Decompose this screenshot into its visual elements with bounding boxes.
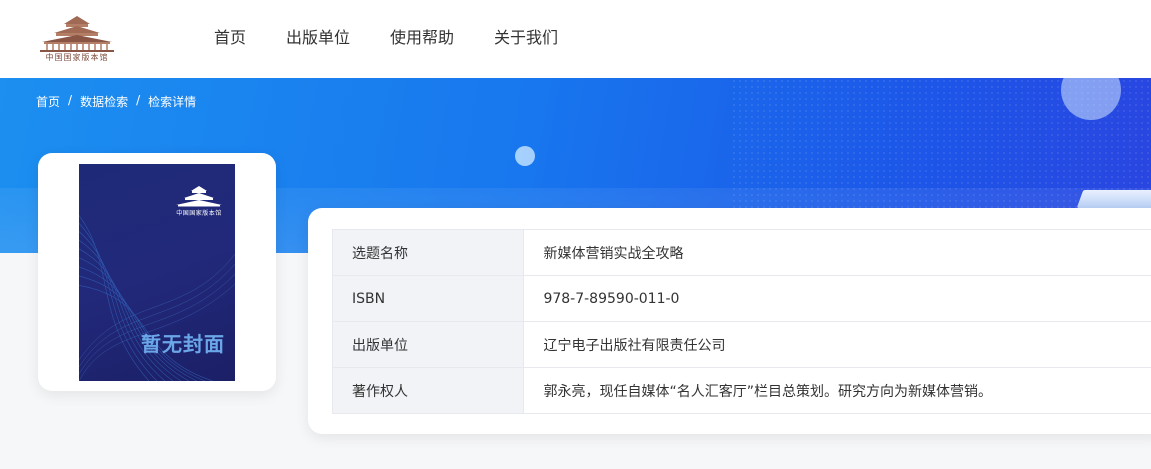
title-label: 选题名称 bbox=[331, 229, 525, 276]
publisher-value: 辽宁电子出版社有限责任公司 bbox=[523, 321, 1151, 368]
table-row: 出版单位 辽宁电子出版社有限责任公司 bbox=[331, 321, 1151, 368]
isbn-value: 978-7-89590-011-0 bbox=[523, 275, 1151, 322]
main-nav: 首页 出版单位 使用帮助 关于我们 bbox=[214, 28, 598, 48]
copyright-holder-value: 郭永亮，现任自媒体“名人汇客厅”栏目总策划。研究方向为新媒体营销。 bbox=[523, 367, 1151, 414]
table-row: ISBN 978-7-89590-011-0 bbox=[331, 275, 1151, 322]
no-cover-text: 暂无封面 bbox=[141, 332, 225, 356]
building-icon bbox=[40, 16, 114, 52]
nav-home[interactable]: 首页 bbox=[214, 28, 246, 48]
breadcrumb-search[interactable]: 数据检索 bbox=[80, 93, 128, 110]
title-value: 新媒体营销实战全攻略 bbox=[523, 229, 1151, 276]
decorative-circle-small bbox=[515, 146, 535, 166]
breadcrumb-separator: / bbox=[136, 93, 141, 107]
breadcrumb-home[interactable]: 首页 bbox=[36, 93, 60, 110]
nav-help[interactable]: 使用帮助 bbox=[390, 28, 454, 48]
table-row: 著作权人 郭永亮，现任自媒体“名人汇客厅”栏目总策划。研究方向为新媒体营销。 bbox=[331, 367, 1151, 414]
decorative-books bbox=[1076, 190, 1151, 208]
breadcrumb-separator: / bbox=[68, 93, 73, 107]
logo-text: 中国国家版本馆 bbox=[45, 53, 109, 62]
isbn-label: ISBN bbox=[331, 275, 525, 322]
site-header: 中国国家版本馆 首页 出版单位 使用帮助 关于我们 bbox=[0, 0, 1151, 78]
copyright-holder-label: 著作权人 bbox=[331, 367, 525, 414]
breadcrumb: 首页 / 数据检索 / 检索详情 bbox=[36, 93, 196, 110]
cover-logo-text: 中国国家版本馆 bbox=[176, 210, 222, 217]
breadcrumb-current: 检索详情 bbox=[148, 95, 197, 109]
book-details-card: 选题名称 新媒体营销实战全攻略 ISBN 978-7-89590-011-0 出… bbox=[308, 208, 1151, 434]
nav-about[interactable]: 关于我们 bbox=[494, 28, 558, 48]
cover-card: 中国国家版本馆 暂无封面 bbox=[38, 153, 276, 391]
book-cover-placeholder: 中国国家版本馆 暂无封面 bbox=[79, 164, 235, 381]
nav-publishers[interactable]: 出版单位 bbox=[286, 28, 350, 48]
table-row: 选题名称 新媒体营销实战全攻略 bbox=[331, 229, 1151, 276]
book-details-table: 选题名称 新媒体营销实战全攻略 ISBN 978-7-89590-011-0 出… bbox=[331, 229, 1151, 414]
publisher-label: 出版单位 bbox=[331, 321, 525, 368]
site-logo[interactable]: 中国国家版本馆 bbox=[36, 14, 118, 66]
